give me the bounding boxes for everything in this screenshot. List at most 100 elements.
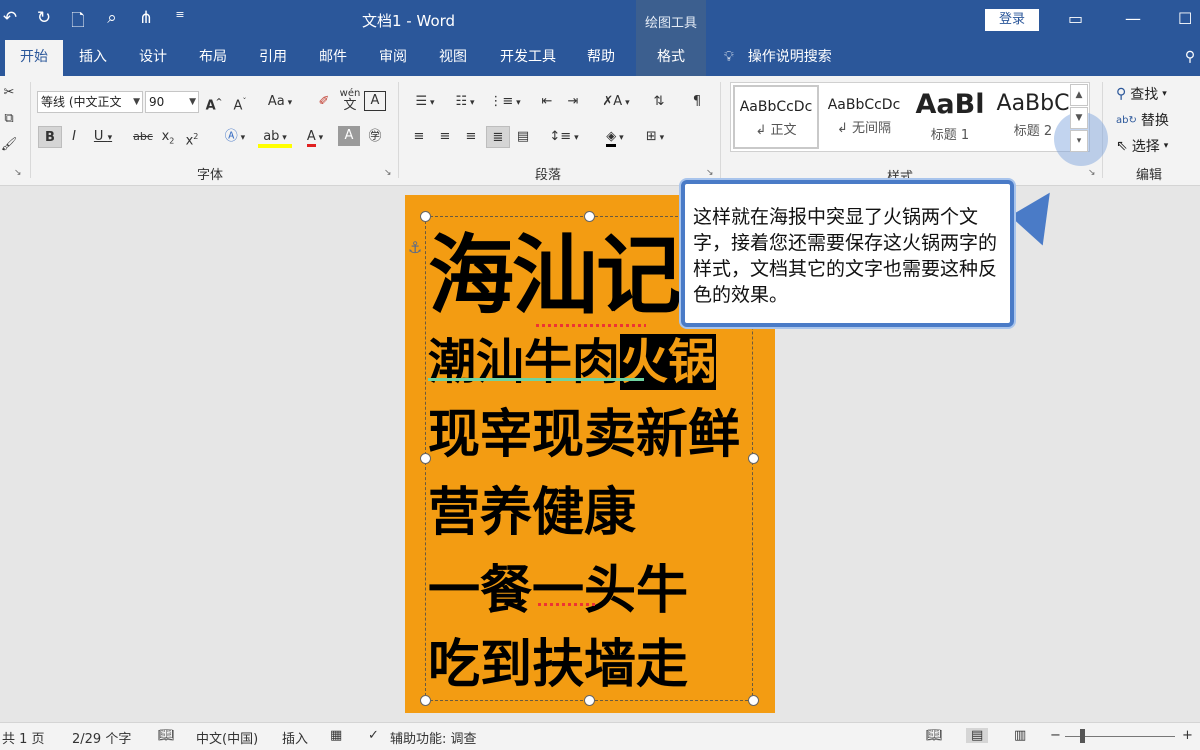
tab-view[interactable]: 视图	[426, 40, 480, 76]
text-effects-icon[interactable]: Ⓐ ▾	[218, 126, 252, 148]
styles-more-icon[interactable]: ▾	[1070, 130, 1088, 152]
poster-line-one-cow[interactable]: 一餐一头牛	[428, 548, 688, 623]
align-left-icon[interactable]: ≡	[408, 126, 430, 148]
highlight-color-icon[interactable]: ab ▾	[258, 126, 292, 148]
chinese-layout-icon[interactable]: ✗A ▾	[596, 91, 636, 113]
poster-line-fresh[interactable]: 现宰现卖新鲜	[428, 392, 740, 467]
page-count[interactable]: 共 1 页	[2, 728, 45, 747]
distributed-icon[interactable]: ▤	[512, 126, 534, 148]
grow-font-icon[interactable]: A^	[203, 91, 225, 113]
underline-button[interactable]: U ▾	[88, 126, 118, 148]
superscript-button[interactable]: x2	[182, 126, 202, 148]
resize-handle[interactable]	[420, 211, 431, 222]
macro-record-icon[interactable]: ▦	[330, 728, 342, 743]
poster-title[interactable]: 海汕记	[428, 205, 682, 330]
poster-line-full[interactable]: 吃到扶墙走	[428, 622, 688, 697]
customize-qat-icon[interactable]: ≡	[170, 8, 190, 37]
tab-mailings[interactable]: 邮件	[306, 40, 360, 76]
subscript-button[interactable]: x2	[158, 126, 178, 148]
replace-button[interactable]: ab↻ 替换	[1116, 110, 1169, 130]
multilevel-list-icon[interactable]: ⋮≡ ▾	[488, 91, 522, 113]
character-shading-icon[interactable]: A	[338, 126, 360, 146]
change-case-button[interactable]: Aa ▾	[262, 91, 298, 113]
tab-design[interactable]: 设计	[126, 40, 180, 76]
strikethrough-button[interactable]: abc	[130, 126, 156, 148]
resize-handle[interactable]	[748, 453, 759, 464]
copy-icon[interactable]: ⧉	[0, 108, 18, 130]
undo-icon[interactable]: ↶	[0, 8, 20, 37]
bold-button[interactable]: B	[38, 126, 62, 148]
ribbon-display-options-icon[interactable]: ▭	[1068, 9, 1083, 28]
resize-handle[interactable]	[420, 453, 431, 464]
org-chart-icon[interactable]: ⋔	[136, 8, 156, 37]
font-size-combo[interactable]: 90 ▼	[145, 91, 199, 113]
italic-button[interactable]: I	[64, 126, 84, 148]
font-name-combo[interactable]: 等线 (中文正文 ▼	[37, 91, 143, 113]
align-center-icon[interactable]: ≡	[434, 126, 456, 148]
new-doc-icon[interactable]: 🗋	[68, 8, 88, 37]
tab-references[interactable]: 引用	[246, 40, 300, 76]
read-mode-icon[interactable]: 📖︎	[926, 728, 943, 743]
numbering-icon[interactable]: ☷ ▾	[448, 91, 482, 113]
resize-handle[interactable]	[420, 695, 431, 706]
zoom-out-icon[interactable]: −	[1050, 728, 1061, 743]
phonetic-guide-icon[interactable]: wén 文	[338, 88, 362, 112]
tab-review[interactable]: 审阅	[366, 40, 420, 76]
accessibility-icon[interactable]: ✓	[368, 728, 379, 743]
select-button[interactable]: ⇖ 选择 ▾	[1116, 136, 1168, 156]
insert-mode[interactable]: 插入	[282, 728, 308, 747]
show-marks-icon[interactable]: ¶	[686, 91, 708, 113]
bullets-icon[interactable]: ☰ ▾	[408, 91, 442, 113]
clipboard-launcher-icon[interactable]: ↘	[14, 168, 22, 178]
tell-me-search[interactable]: 💡︎ 操作说明搜索	[724, 40, 832, 76]
resize-handle[interactable]	[748, 695, 759, 706]
print-layout-icon[interactable]: ▤	[966, 728, 989, 743]
print-preview-icon[interactable]: ⌕	[102, 8, 122, 37]
style-normal[interactable]: AaBbCcDc ↲ 正文	[733, 85, 819, 149]
paragraph-launcher-icon[interactable]: ↘	[706, 168, 714, 178]
sort-icon[interactable]: ⇅	[648, 91, 670, 113]
resize-handle[interactable]	[584, 211, 595, 222]
poster-line-healthy[interactable]: 营养健康	[428, 470, 636, 545]
login-button[interactable]: 登录	[985, 9, 1039, 31]
proofing-icon[interactable]: 📖︎	[158, 728, 175, 743]
tab-layout[interactable]: 布局	[186, 40, 240, 76]
font-launcher-icon[interactable]: ↘	[384, 168, 392, 178]
format-painter-icon[interactable]: 🖌︎	[0, 134, 18, 156]
anchor-icon[interactable]: ⚓	[408, 238, 422, 257]
minimize-icon[interactable]: —	[1125, 9, 1141, 28]
maximize-icon[interactable]: ☐	[1178, 9, 1192, 28]
align-right-icon[interactable]: ≡	[460, 126, 482, 148]
poster-line-hotpot[interactable]: 潮汕牛肉火锅	[428, 322, 717, 392]
justify-icon[interactable]: ≣	[486, 126, 510, 148]
increase-indent-icon[interactable]: ⇥	[562, 91, 584, 113]
font-color-icon[interactable]: A ▾	[298, 126, 332, 148]
tab-help[interactable]: 帮助	[574, 40, 628, 76]
styles-scroll-down-icon[interactable]: ▼	[1070, 107, 1088, 129]
share-icon[interactable]: ⚲	[1180, 40, 1200, 76]
shrink-font-icon[interactable]: Aˇ	[229, 91, 251, 113]
find-button[interactable]: ⚲ 查找 ▾	[1116, 84, 1167, 104]
enclose-characters-icon[interactable]: ㊫	[364, 126, 386, 148]
decrease-indent-icon[interactable]: ⇤	[536, 91, 558, 113]
styles-scroll-up-icon[interactable]: ▲	[1070, 84, 1088, 106]
tab-format[interactable]: 格式	[636, 40, 706, 76]
tab-developer[interactable]: 开发工具	[490, 40, 566, 76]
character-border-icon[interactable]: A	[364, 91, 386, 111]
accessibility-status[interactable]: 辅助功能: 调查	[390, 728, 477, 747]
resize-handle[interactable]	[584, 695, 595, 706]
zoom-in-icon[interactable]: +	[1182, 728, 1193, 743]
tab-home[interactable]: 开始	[5, 40, 63, 76]
language-indicator[interactable]: 中文(中国)	[196, 728, 258, 747]
shading-icon[interactable]: ◈ ▾	[598, 126, 632, 148]
word-count[interactable]: 2/29 个字	[72, 728, 131, 747]
borders-icon[interactable]: ⊞ ▾	[638, 126, 672, 148]
tab-insert[interactable]: 插入	[66, 40, 120, 76]
style-no-spacing[interactable]: AaBbCcDc ↲ 无间隔	[821, 85, 907, 149]
line-spacing-icon[interactable]: ↕≡ ▾	[546, 126, 582, 148]
zoom-slider-thumb[interactable]	[1080, 729, 1085, 743]
clear-formatting-icon[interactable]: ✐	[312, 91, 336, 113]
cut-icon[interactable]: ✂	[0, 82, 18, 104]
style-heading-1[interactable]: AaBl 标题 1	[907, 85, 993, 149]
styles-launcher-icon[interactable]: ↘	[1088, 168, 1096, 178]
